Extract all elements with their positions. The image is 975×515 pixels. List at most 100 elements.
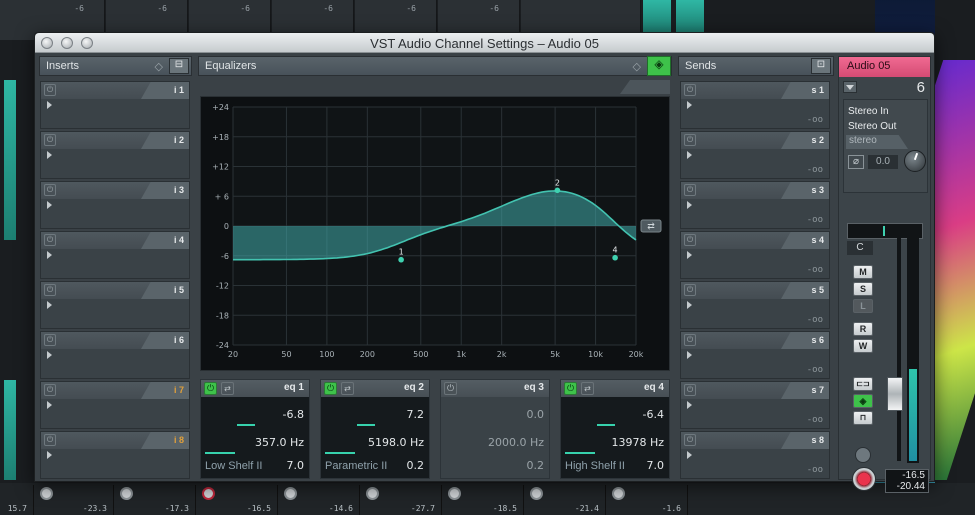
eq-q-value[interactable]: 7.0 <box>287 459 305 472</box>
eq-gain-value[interactable]: -6.8 <box>283 408 304 421</box>
insert-power-icon[interactable]: ⏻ <box>44 384 56 396</box>
insert-power-icon[interactable]: ⏻ <box>44 134 56 146</box>
send-power-icon[interactable]: ⏻ <box>684 434 696 446</box>
equalizers-header[interactable]: Equalizers ◇ ◈ <box>198 56 672 76</box>
eq-band-handle[interactable] <box>612 254 618 261</box>
eq-q-value[interactable]: 0.2 <box>527 459 545 472</box>
channel-menu-icon[interactable] <box>843 81 857 93</box>
eq-band-panel[interactable]: ⏻ ⇄ eq 4 -6.4 13978 Hz High Shelf II 7.0 <box>560 379 670 479</box>
eq-band-handle[interactable] <box>554 187 561 194</box>
eq-type-label[interactable]: High Shelf II <box>565 460 625 472</box>
insert-slot[interactable]: ⏻ i 1 <box>40 81 190 129</box>
sends-settings-icon[interactable]: ⊡ <box>811 58 831 74</box>
eq-band-power-icon[interactable]: ⏻ <box>444 382 457 395</box>
phase-icon[interactable]: ⌀ <box>848 155 864 169</box>
insert-slot[interactable]: ⏻ i 3 <box>40 181 190 229</box>
eq-band-power-icon[interactable]: ⏻ <box>204 382 217 395</box>
insert-edit-icon[interactable] <box>47 351 52 359</box>
eq-bypass-button-icon[interactable]: ◈ <box>853 394 873 408</box>
inserts-header[interactable]: Inserts ◇ ⊟ <box>39 56 192 76</box>
eq-band-panel[interactable]: ⏻ eq 3 0.0 2000.0 Hz 0.2 <box>440 379 550 479</box>
inserts-settings-icon[interactable]: ⊟ <box>169 58 189 74</box>
window-titlebar[interactable]: VST Audio Channel Settings – Audio 05 <box>35 33 934 53</box>
eq-band-power-icon[interactable]: ⏻ <box>324 382 337 395</box>
send-edit-icon[interactable] <box>687 301 692 309</box>
eq-band-invert-icon[interactable]: ⇄ <box>341 382 354 395</box>
insert-slot[interactable]: ⏻ i 8 <box>40 431 190 479</box>
eq-freq-value[interactable]: 13978 Hz <box>611 436 664 449</box>
eq-q-value[interactable]: 0.2 <box>407 459 425 472</box>
send-slot[interactable]: ⏻ s 2 -oo <box>680 131 830 179</box>
input-gain-value[interactable]: 0.0 <box>868 155 898 169</box>
insert-edit-icon[interactable] <box>47 151 52 159</box>
bypass-icon[interactable]: ◇ <box>155 60 163 73</box>
insert-edit-icon[interactable] <box>47 401 52 409</box>
input-routing[interactable]: Stereo In <box>848 106 889 117</box>
eq-q-value[interactable]: 7.0 <box>647 459 665 472</box>
eq-freq-value[interactable]: 357.0 Hz <box>255 436 304 449</box>
eq-curve-display[interactable]: +24 +18 +12 + 6 0 -6 -12 -18 -24 20 50 100 200 500 1k 2… <box>200 96 670 371</box>
send-edit-icon[interactable] <box>687 101 692 109</box>
solo-button[interactable]: S <box>853 282 873 296</box>
record-enable-button[interactable] <box>852 467 876 491</box>
read-automation-button[interactable]: R <box>853 322 873 336</box>
send-edit-icon[interactable] <box>687 201 692 209</box>
eq-band-handle[interactable] <box>398 256 404 263</box>
send-power-icon[interactable]: ⏻ <box>684 134 696 146</box>
insert-power-icon[interactable]: ⏻ <box>44 234 56 246</box>
output-routing[interactable]: Stereo Out <box>848 121 896 132</box>
insert-edit-icon[interactable] <box>47 451 52 459</box>
input-gain-knob[interactable] <box>904 150 926 172</box>
insert-power-icon[interactable]: ⏻ <box>44 184 56 196</box>
insert-slot[interactable]: ⏻ i 7 <box>40 381 190 429</box>
eq-band-power-icon[interactable]: ⏻ <box>564 382 577 395</box>
send-power-icon[interactable]: ⏻ <box>684 184 696 196</box>
send-power-icon[interactable]: ⏻ <box>684 384 696 396</box>
send-slot[interactable]: ⏻ s 1 -oo <box>680 81 830 129</box>
insert-edit-icon[interactable] <box>47 251 52 259</box>
send-power-icon[interactable]: ⏻ <box>684 284 696 296</box>
send-edit-icon[interactable] <box>687 351 692 359</box>
send-slot[interactable]: ⏻ s 6 -oo <box>680 331 830 379</box>
insert-slot[interactable]: ⏻ i 2 <box>40 131 190 179</box>
listen-button[interactable]: L <box>853 299 873 313</box>
insert-slot[interactable]: ⏻ i 4 <box>40 231 190 279</box>
eq-curve-svg[interactable]: +24 +18 +12 + 6 0 -6 -12 -18 -2420 50 100 200 500 1k 2… <box>201 97 671 372</box>
insert-power-icon[interactable]: ⏻ <box>44 334 56 346</box>
eq-type-label[interactable]: Parametric II <box>325 460 387 472</box>
insert-edit-icon[interactable] <box>47 301 52 309</box>
send-edit-icon[interactable] <box>687 401 692 409</box>
eq-band-panel[interactable]: ⏻ ⇄ eq 2 7.2 5198.0 Hz Parametric II 0.2 <box>320 379 430 479</box>
send-edit-icon[interactable] <box>687 251 692 259</box>
insert-power-icon[interactable]: ⏻ <box>44 84 56 96</box>
eq-freq-value[interactable]: 2000.0 Hz <box>488 436 544 449</box>
insert-slot[interactable]: ⏻ i 6 <box>40 331 190 379</box>
insert-power-icon[interactable]: ⏻ <box>44 284 56 296</box>
sends-header[interactable]: Sends ⊡ <box>678 56 834 76</box>
send-power-icon[interactable]: ⏻ <box>684 84 696 96</box>
insert-edit-icon[interactable] <box>47 201 52 209</box>
eq-freq-value[interactable]: 5198.0 Hz <box>368 436 424 449</box>
volume-fader-handle[interactable] <box>887 377 903 411</box>
send-slot[interactable]: ⏻ s 3 -oo <box>680 181 830 229</box>
send-slot[interactable]: ⏻ s 8 -oo <box>680 431 830 479</box>
send-slot[interactable]: ⏻ s 7 -oo <box>680 381 830 429</box>
send-edit-icon[interactable] <box>687 451 692 459</box>
send-power-icon[interactable]: ⏻ <box>684 234 696 246</box>
mute-button[interactable]: M <box>853 265 873 279</box>
monitor-icon[interactable] <box>855 447 871 463</box>
eq-gain-value[interactable]: 7.2 <box>407 408 425 421</box>
insert-edit-icon[interactable] <box>47 101 52 109</box>
channel-name[interactable]: Audio 05 <box>839 57 930 77</box>
eq-enable-icon[interactable]: ◈ <box>647 56 671 76</box>
eq-bypass-icon[interactable]: ◇ <box>633 60 641 73</box>
send-edit-icon[interactable] <box>687 151 692 159</box>
eq-type-label[interactable]: Low Shelf II <box>205 460 262 472</box>
insert-slot[interactable]: ⏻ i 5 <box>40 281 190 329</box>
eq-preset-tab[interactable] <box>620 80 670 94</box>
insert-bypass-icon[interactable]: ⊏⊐ <box>853 377 873 391</box>
eq-gain-value[interactable]: 0.0 <box>527 408 545 421</box>
fader-track[interactable] <box>897 235 901 461</box>
eq-band-invert-icon[interactable]: ⇄ <box>221 382 234 395</box>
send-slot[interactable]: ⏻ s 5 -oo <box>680 281 830 329</box>
